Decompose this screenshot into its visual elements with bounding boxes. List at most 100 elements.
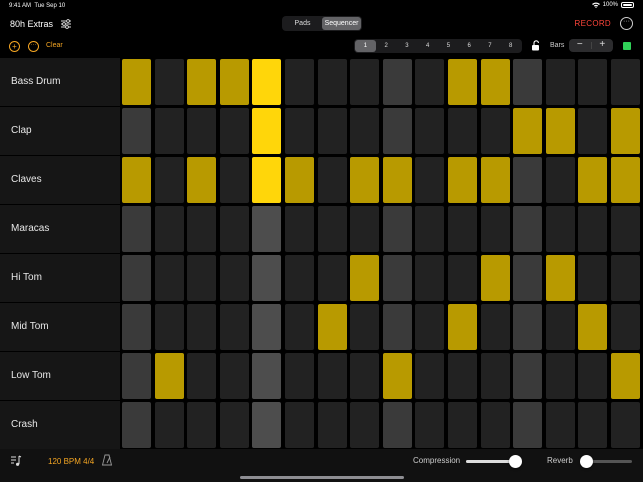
- step-cell[interactable]: [545, 108, 575, 154]
- step-cell[interactable]: [415, 304, 445, 350]
- compression-slider-knob[interactable]: [508, 455, 522, 468]
- step-cell[interactable]: [154, 206, 184, 252]
- step-cell[interactable]: [252, 255, 282, 301]
- step-cell[interactable]: [415, 157, 445, 203]
- step-cell[interactable]: [545, 255, 575, 301]
- step-cell[interactable]: [578, 304, 608, 350]
- step-cell[interactable]: [285, 304, 314, 350]
- step-cell[interactable]: [317, 304, 347, 350]
- step-cell[interactable]: [480, 206, 510, 252]
- step-cell[interactable]: [480, 157, 510, 203]
- step-cell[interactable]: [285, 255, 314, 301]
- step-cell[interactable]: [219, 353, 249, 399]
- step-cell[interactable]: [350, 206, 380, 252]
- step-cell[interactable]: [513, 59, 543, 105]
- track-label-cell[interactable]: Bass Drum: [0, 58, 120, 106]
- step-cell[interactable]: [122, 255, 151, 301]
- step-cell[interactable]: [448, 353, 477, 399]
- step-cell[interactable]: [317, 59, 347, 105]
- step-cell[interactable]: [252, 304, 282, 350]
- step-cell[interactable]: [122, 108, 151, 154]
- metronome-icon[interactable]: [101, 454, 113, 466]
- step-cell[interactable]: [187, 304, 217, 350]
- step-cell[interactable]: [382, 353, 412, 399]
- step-cell[interactable]: [513, 304, 543, 350]
- step-cell[interactable]: [382, 206, 412, 252]
- step-cell[interactable]: [252, 353, 282, 399]
- track-label-cell[interactable]: Maracas: [0, 205, 120, 253]
- step-cell[interactable]: [219, 59, 249, 105]
- step-cell[interactable]: [578, 255, 608, 301]
- step-cell[interactable]: [187, 255, 217, 301]
- step-cell[interactable]: [350, 59, 380, 105]
- step-cell[interactable]: [448, 402, 477, 448]
- tab-pads[interactable]: Pads: [283, 17, 322, 30]
- step-cell[interactable]: [285, 402, 314, 448]
- step-cell[interactable]: [285, 206, 314, 252]
- step-cell[interactable]: [480, 59, 510, 105]
- compression-slider[interactable]: [466, 455, 522, 468]
- step-cell[interactable]: [513, 157, 543, 203]
- step-cell[interactable]: [578, 59, 608, 105]
- step-cell[interactable]: [382, 157, 412, 203]
- step-cell[interactable]: [350, 304, 380, 350]
- step-cell[interactable]: [252, 206, 282, 252]
- step-cell[interactable]: [350, 402, 380, 448]
- step-cell[interactable]: [219, 108, 249, 154]
- bar-2-button[interactable]: 2: [376, 40, 397, 52]
- step-cell[interactable]: [317, 157, 347, 203]
- step-cell[interactable]: [350, 157, 380, 203]
- track-label-cell[interactable]: Low Tom: [0, 352, 120, 400]
- step-cell[interactable]: [578, 108, 608, 154]
- step-cell[interactable]: [480, 108, 510, 154]
- step-cell[interactable]: [513, 206, 543, 252]
- step-cell[interactable]: [415, 59, 445, 105]
- music-library-icon[interactable]: [10, 455, 22, 467]
- step-cell[interactable]: [415, 108, 445, 154]
- step-cell[interactable]: [545, 353, 575, 399]
- app-title[interactable]: 80h Extras: [10, 19, 53, 29]
- step-cell[interactable]: [122, 157, 151, 203]
- track-label-cell[interactable]: Clap: [0, 107, 120, 155]
- step-cell[interactable]: [219, 206, 249, 252]
- clear-button[interactable]: Clear: [46, 42, 63, 49]
- step-cell[interactable]: [122, 59, 151, 105]
- step-cell[interactable]: [219, 157, 249, 203]
- step-cell[interactable]: [545, 157, 575, 203]
- step-cell[interactable]: [513, 353, 543, 399]
- step-cell[interactable]: [219, 402, 249, 448]
- step-cell[interactable]: [611, 304, 640, 350]
- step-cell[interactable]: [252, 59, 282, 105]
- step-cell[interactable]: [545, 304, 575, 350]
- step-cell[interactable]: [382, 402, 412, 448]
- step-cell[interactable]: [480, 304, 510, 350]
- step-cell[interactable]: [154, 353, 184, 399]
- track-label-cell[interactable]: Hi Tom: [0, 254, 120, 302]
- step-cell[interactable]: [252, 402, 282, 448]
- step-cell[interactable]: [611, 353, 640, 399]
- step-cell[interactable]: [611, 108, 640, 154]
- tempo-display[interactable]: 120 BPM 4/4: [48, 457, 94, 466]
- step-cell[interactable]: [285, 157, 314, 203]
- step-cell[interactable]: [480, 402, 510, 448]
- step-cell[interactable]: [154, 108, 184, 154]
- step-cell[interactable]: [285, 108, 314, 154]
- step-cell[interactable]: [611, 255, 640, 301]
- track-label-cell[interactable]: Mid Tom: [0, 303, 120, 351]
- step-cell[interactable]: [252, 108, 282, 154]
- step-cell[interactable]: [382, 304, 412, 350]
- track-label-cell[interactable]: Claves: [0, 156, 120, 204]
- step-cell[interactable]: [382, 108, 412, 154]
- step-cell[interactable]: [252, 157, 282, 203]
- step-cell[interactable]: [285, 353, 314, 399]
- lock-icon[interactable]: [531, 40, 541, 51]
- step-cell[interactable]: [578, 157, 608, 203]
- step-cell[interactable]: [187, 206, 217, 252]
- step-cell[interactable]: [578, 353, 608, 399]
- step-cell[interactable]: [219, 304, 249, 350]
- bars-increment-button[interactable]: +: [592, 39, 614, 52]
- step-cell[interactable]: [513, 108, 543, 154]
- step-cell[interactable]: [122, 353, 151, 399]
- step-cell[interactable]: [154, 402, 184, 448]
- mixer-settings-icon[interactable]: [60, 18, 72, 30]
